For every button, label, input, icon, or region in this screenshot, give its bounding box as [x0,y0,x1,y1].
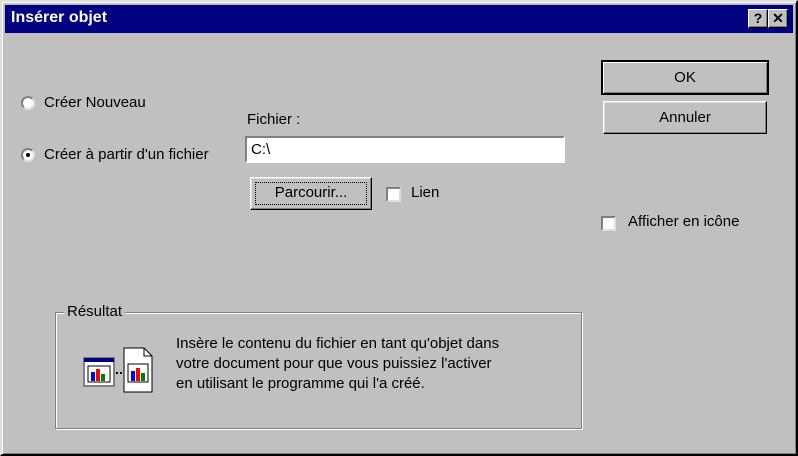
file-input[interactable]: C:\ [245,136,565,163]
create-from-file-label[interactable]: Créer à partir d'un fichier [44,146,209,163]
create-from-file-radio[interactable] [21,148,35,162]
document-objects-icon [83,347,153,393]
file-document-icon [123,347,153,393]
result-description-line-3: en utilisant le programme qui l'a créé. [176,375,425,392]
create-new-radio[interactable] [21,96,35,110]
help-button[interactable]: ? [748,9,768,28]
result-description-line-1: Insère le contenu du fichier en tant qu'… [176,335,500,352]
focus-rectangle [255,182,367,205]
result-group-title: Résultat [64,303,126,320]
radio-selected-dot [26,153,30,157]
chart-document-icon [83,357,115,387]
dialog-title: Insérer objet [11,9,108,26]
display-as-icon-checkbox[interactable] [601,216,616,231]
link-checkbox[interactable] [386,187,401,202]
display-as-icon-label[interactable]: Afficher en icône [628,213,739,230]
link-label[interactable]: Lien [411,184,439,201]
browse-button[interactable]: Parcourir... [250,177,372,210]
create-new-label[interactable]: Créer Nouveau [44,94,146,111]
close-button[interactable]: ✕ [768,9,788,28]
result-description-line-2: votre document pour que vous puissiez l'… [176,355,492,372]
insert-object-dialog: Insérer objet ? ✕ Créer Nouveau Créer à … [0,0,798,456]
arrow-dots [116,372,122,374]
ok-button[interactable]: OK [601,60,769,95]
cancel-button[interactable]: Annuler [603,101,767,134]
file-label: Fichier : [247,111,301,128]
title-bar[interactable]: Insérer objet ? ✕ [5,5,793,33]
